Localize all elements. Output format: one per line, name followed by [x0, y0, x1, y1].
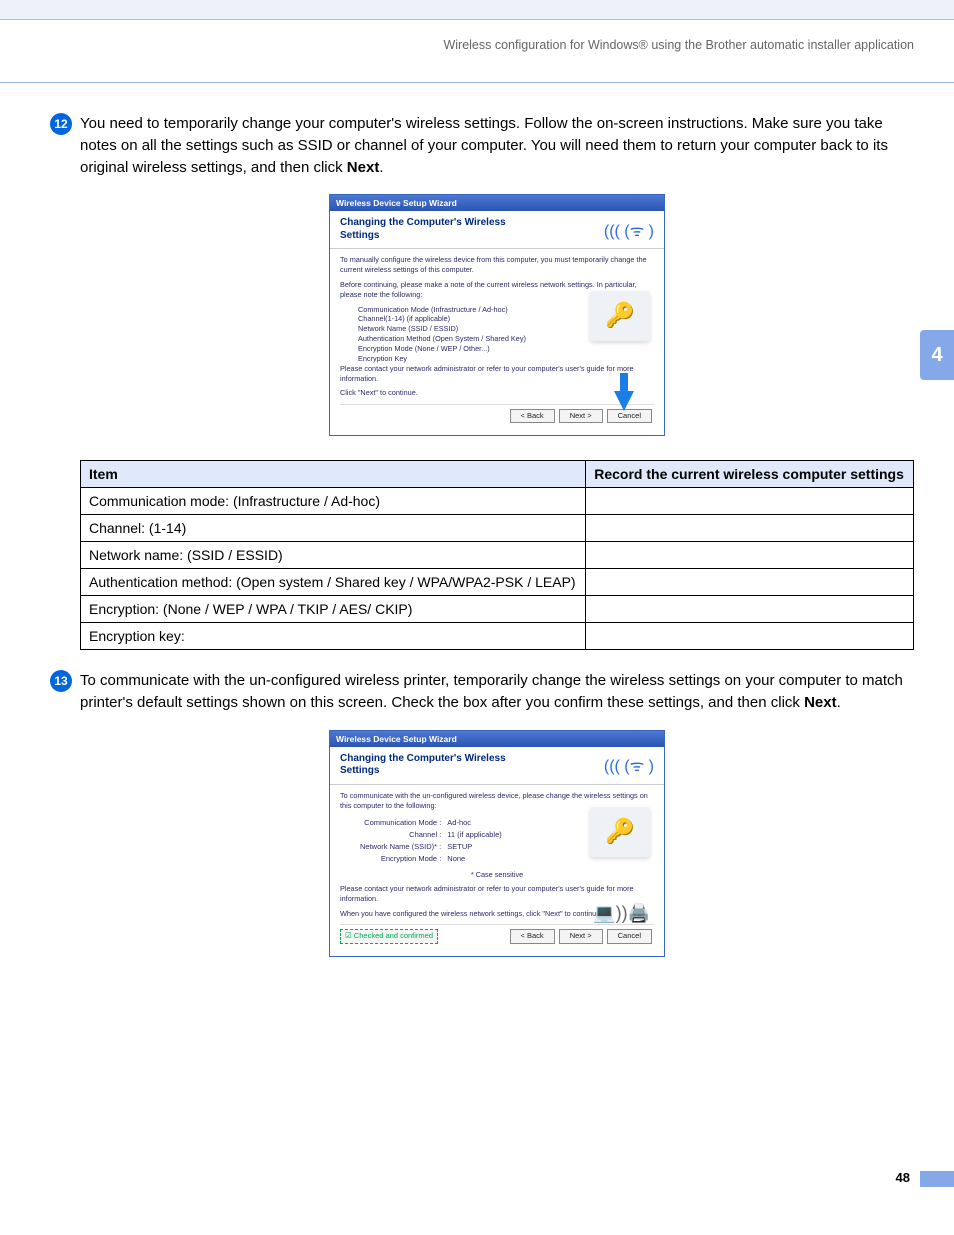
checked-confirmed-checkbox[interactable]: ☑ Checked and confirmed	[340, 929, 438, 943]
step-13: 13 To communicate with the un-configured…	[80, 670, 914, 714]
table-row: Encryption key:	[81, 623, 586, 650]
step-13-text: To communicate with the un-configured wi…	[80, 670, 914, 714]
next-button[interactable]: Next >	[559, 409, 603, 423]
table-row: Communication mode: (Infrastructure / Ad…	[81, 488, 586, 515]
dialog-heading: Changing the Computer's Wireless Setting…	[340, 217, 520, 242]
wizard-dialog-2: Wireless Device Setup Wizard Changing th…	[329, 730, 665, 957]
step-number-badge: 12	[50, 113, 72, 135]
settings-table: Item Record the current wireless compute…	[80, 460, 914, 650]
page-number: 48	[896, 1170, 910, 1185]
step-12: 12 You need to temporarily change your c…	[80, 113, 914, 178]
table-row: Channel: (1-14)	[81, 515, 586, 542]
arrow-down-icon	[614, 391, 634, 411]
wifi-icon: ((( (ᯤ )	[604, 219, 654, 241]
table-row: Authentication method: (Open system / Sh…	[81, 569, 586, 596]
back-button[interactable]: < Back	[510, 409, 555, 423]
table-header-item: Item	[81, 461, 586, 488]
table-row: Encryption: (None / WEP / WPA / TKIP / A…	[81, 596, 586, 623]
devices-icon: 💻))🖨️	[593, 901, 650, 925]
cancel-button[interactable]: Cancel	[607, 929, 652, 943]
key-icon: 🔑	[590, 291, 650, 341]
table-header-record: Record the current wireless computer set…	[586, 461, 914, 488]
table-row: Network name: (SSID / ESSID)	[81, 542, 586, 569]
step-number-badge: 13	[50, 670, 72, 692]
key-icon: 🔑	[590, 807, 650, 857]
dialog-titlebar: Wireless Device Setup Wizard	[330, 195, 664, 211]
wifi-icon: ((( (ᯤ )	[604, 754, 654, 776]
back-button[interactable]: < Back	[510, 929, 555, 943]
dialog-heading: Changing the Computer's Wireless Setting…	[340, 753, 520, 778]
step-12-text: You need to temporarily change your comp…	[80, 113, 914, 178]
next-button[interactable]: Next >	[559, 929, 603, 943]
wizard-dialog-1: Wireless Device Setup Wizard Changing th…	[329, 194, 665, 436]
dialog-titlebar: Wireless Device Setup Wizard	[330, 731, 664, 747]
page-header: Wireless configuration for Windows® usin…	[0, 20, 954, 83]
